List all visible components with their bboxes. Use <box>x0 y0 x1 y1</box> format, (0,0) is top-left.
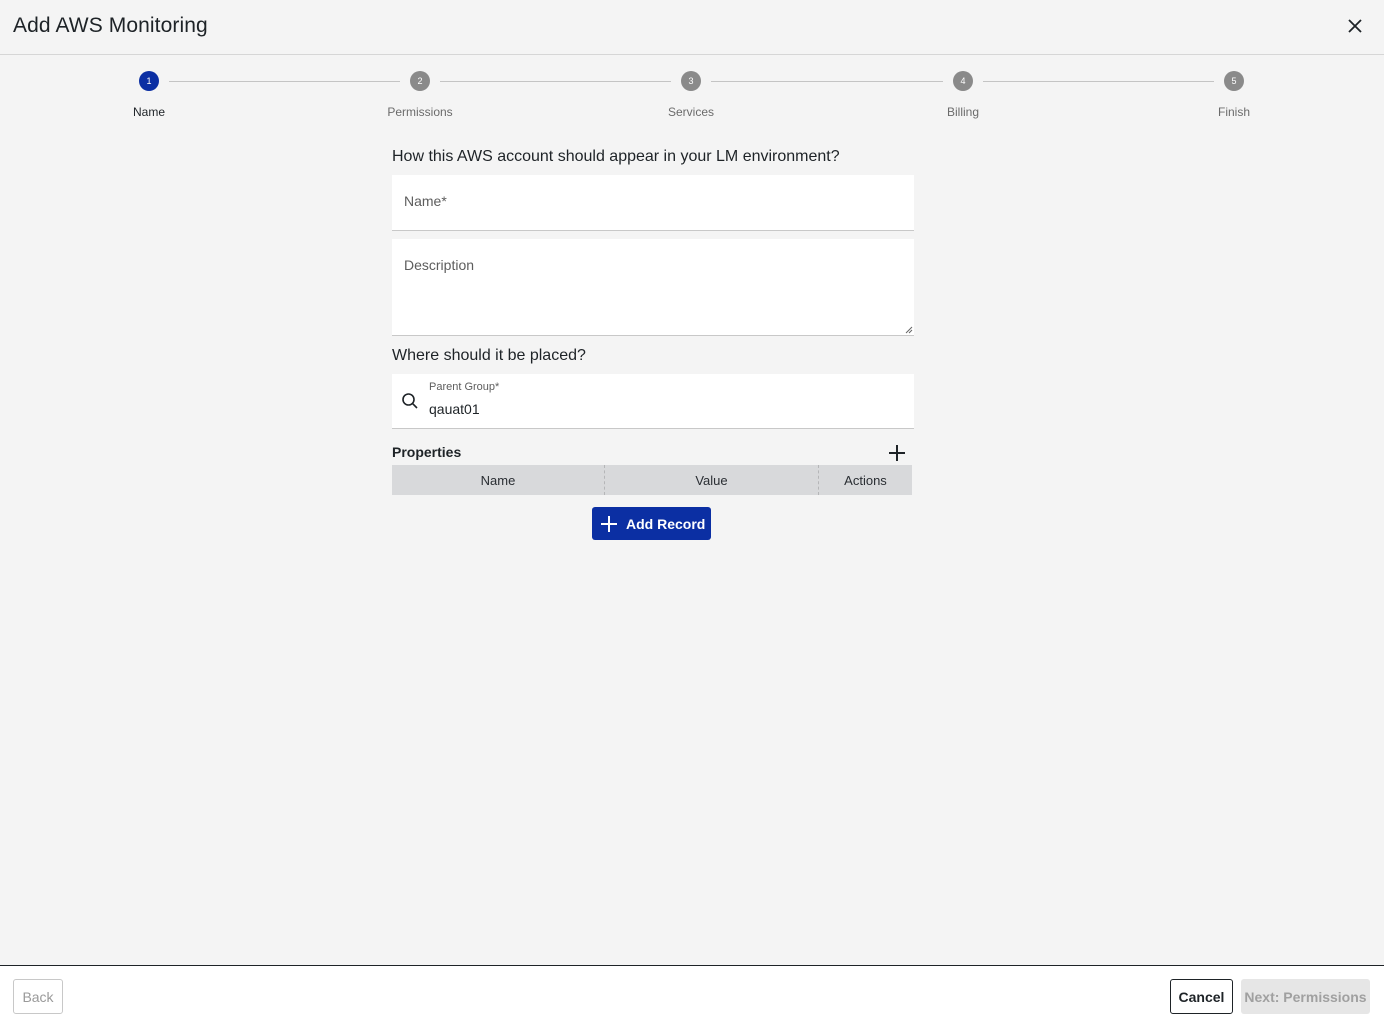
resize-handle-icon[interactable] <box>905 326 913 334</box>
description-field[interactable]: Description <box>392 239 914 336</box>
step-number: 4 <box>953 71 973 91</box>
parent-group-field[interactable]: Parent Group* qauat01 <box>392 374 914 429</box>
cancel-button[interactable]: Cancel <box>1170 979 1233 1014</box>
step-billing[interactable]: 4 Billing <box>903 71 1023 119</box>
column-header-name[interactable]: Name <box>392 465 605 495</box>
step-number: 5 <box>1224 71 1244 91</box>
plus-icon <box>600 515 618 533</box>
step-name[interactable]: 1 Name <box>89 71 209 119</box>
step-permissions[interactable]: 2 Permissions <box>360 71 480 119</box>
plus-icon <box>889 445 905 461</box>
name-field-label: Name* <box>404 193 447 209</box>
description-field-label: Description <box>404 257 475 273</box>
appear-heading: How this AWS account should appear in yo… <box>392 148 840 165</box>
column-header-value[interactable]: Value <box>605 465 819 495</box>
dialog-footer: Back Cancel Next: Permissions <box>0 965 1384 1024</box>
properties-title: Properties <box>392 444 462 460</box>
dialog-header: Add AWS Monitoring <box>0 0 1384 55</box>
placement-heading: Where should it be placed? <box>392 347 586 364</box>
wizard-stepper: 1 Name 2 Permissions 3 Services 4 Billin… <box>0 55 1384 135</box>
parent-group-value: qauat01 <box>429 401 480 417</box>
properties-table-header: Name Value Actions <box>392 465 912 495</box>
parent-group-label: Parent Group* <box>429 381 500 393</box>
add-property-button[interactable] <box>887 443 907 463</box>
step-number: 3 <box>681 71 701 91</box>
properties-header: Properties <box>392 443 912 465</box>
step-number: 2 <box>410 71 430 91</box>
search-icon <box>402 393 418 409</box>
step-number: 1 <box>139 71 159 91</box>
step-label: Finish <box>1217 105 1250 119</box>
add-record-button[interactable]: Add Record <box>592 507 711 540</box>
dialog-title: Add AWS Monitoring <box>13 14 208 37</box>
step-label: Permissions <box>387 105 453 119</box>
step-label: Services <box>667 105 714 119</box>
next-button[interactable]: Next: Permissions <box>1241 979 1370 1014</box>
step-label: Billing <box>946 105 979 119</box>
step-services[interactable]: 3 Services <box>631 71 751 119</box>
back-button[interactable]: Back <box>13 979 63 1014</box>
column-header-actions[interactable]: Actions <box>819 465 912 495</box>
step-label: Name <box>132 105 165 119</box>
close-button[interactable] <box>1344 15 1366 37</box>
step-finish[interactable]: 5 Finish <box>1174 71 1294 119</box>
account-form: How this AWS account should appear in yo… <box>392 148 914 495</box>
name-field[interactable]: Name* <box>392 175 914 231</box>
add-record-label: Add Record <box>626 515 706 532</box>
close-icon <box>1348 19 1362 33</box>
